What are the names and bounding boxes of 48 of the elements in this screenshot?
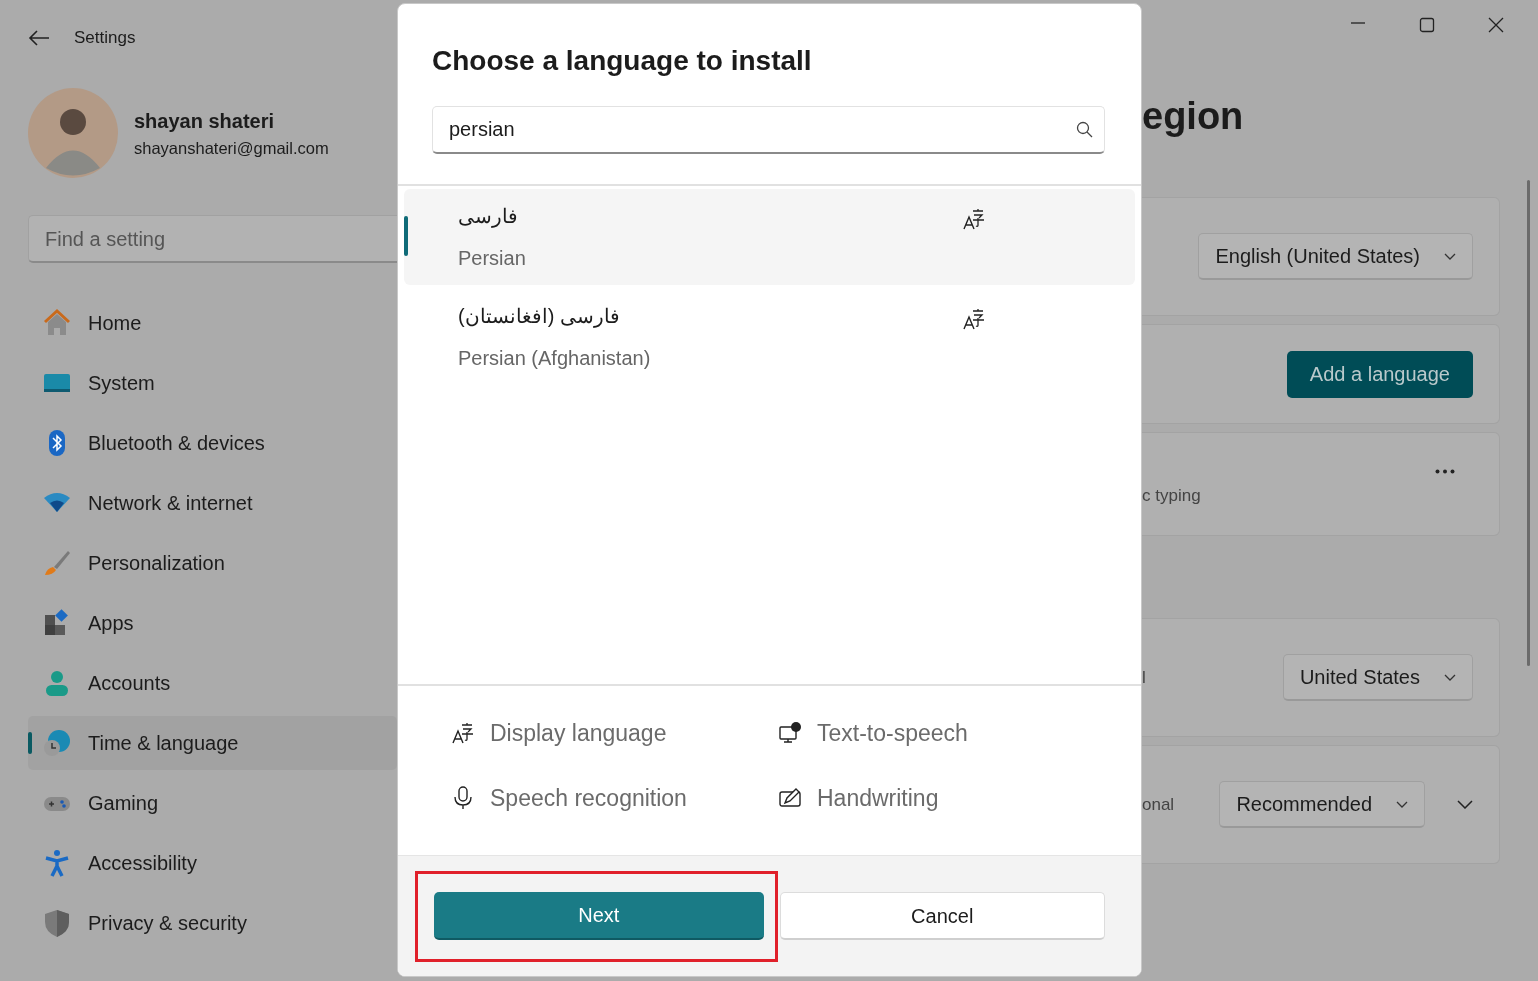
nav-item[interactable]: Accounts bbox=[28, 656, 397, 710]
close-icon[interactable] bbox=[1487, 16, 1504, 33]
globe-clock-icon bbox=[42, 728, 72, 758]
shield-icon bbox=[42, 908, 72, 938]
more-icon[interactable] bbox=[1435, 468, 1455, 474]
nav-item[interactable]: Network & internet bbox=[28, 476, 397, 530]
nav-item[interactable]: Home bbox=[28, 296, 397, 350]
house-icon bbox=[42, 308, 72, 338]
feature-label: Display language bbox=[490, 719, 667, 748]
dropdown[interactable]: Recommended bbox=[1219, 781, 1425, 828]
add-language-button[interactable]: Add a language bbox=[1286, 350, 1473, 398]
nav-item[interactable]: Privacy & security bbox=[28, 896, 397, 950]
window-title: Settings bbox=[74, 26, 136, 49]
maximize-icon[interactable] bbox=[1418, 16, 1435, 33]
dialog-title: Choose a language to install bbox=[432, 44, 813, 78]
setting-label: l bbox=[1142, 666, 1146, 689]
user-name: shayan shateri bbox=[134, 108, 276, 134]
nav-item[interactable]: Bluetooth & devices bbox=[28, 416, 397, 470]
speaker-monitor-icon bbox=[779, 721, 801, 746]
next-button[interactable]: Next bbox=[434, 892, 764, 940]
user-email: shayanshateri@gmail.com bbox=[134, 137, 329, 159]
nav-item[interactable]: Personalization bbox=[28, 536, 397, 590]
chevron-down-icon[interactable] bbox=[1457, 800, 1473, 809]
setting-label: c typing bbox=[1142, 485, 1201, 508]
feature-label: Speech recognition bbox=[490, 783, 687, 813]
nav-item[interactable]: Accessibility bbox=[28, 836, 397, 890]
nav-item[interactable]: System bbox=[28, 356, 397, 410]
nav-item[interactable]: Gaming bbox=[28, 776, 397, 830]
page-heading: egion bbox=[1142, 94, 1244, 139]
setting-label: onal bbox=[1142, 793, 1175, 816]
feature-label: Text-to-speech bbox=[817, 719, 968, 748]
search-field[interactable]: Find a setting bbox=[28, 215, 397, 263]
language-icon bbox=[452, 721, 474, 746]
nav-item[interactable]: Apps bbox=[28, 596, 397, 650]
chevron-down-icon bbox=[1444, 673, 1456, 681]
search-icon bbox=[1076, 120, 1093, 138]
chevron-down-icon bbox=[1396, 800, 1408, 808]
search-field[interactable]: persian bbox=[432, 105, 1105, 154]
back-arrow-icon[interactable] bbox=[28, 28, 50, 47]
brush-icon bbox=[42, 548, 72, 578]
dropdown[interactable]: United States bbox=[1282, 654, 1473, 701]
feature-label: Handwriting bbox=[817, 783, 939, 813]
dropdown[interactable]: English (United States) bbox=[1198, 233, 1473, 280]
nav-item[interactable]: Time & language bbox=[28, 716, 397, 770]
pen-pad-icon bbox=[779, 785, 801, 810]
cancel-button[interactable]: Cancel bbox=[779, 892, 1105, 940]
chevron-down-icon bbox=[1444, 252, 1456, 260]
microphone-icon bbox=[452, 785, 474, 810]
